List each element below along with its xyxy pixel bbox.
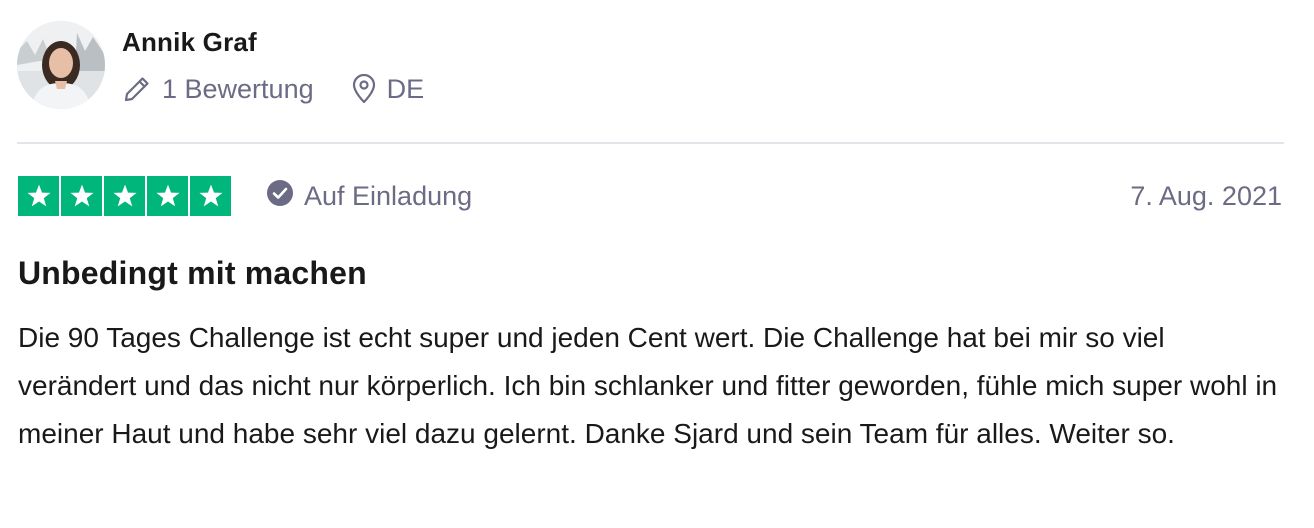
review-title[interactable]: Unbedingt mit machen bbox=[18, 253, 367, 293]
review-date: 7. Aug. 2021 bbox=[1130, 180, 1282, 211]
rating-row: Auf Einladung 7. Aug. 2021 bbox=[18, 176, 1282, 216]
star-icon bbox=[61, 176, 102, 216]
avatar-photo bbox=[17, 21, 105, 109]
verification-label: Auf Einladung bbox=[304, 180, 473, 211]
star-icon bbox=[18, 176, 59, 216]
consumer-name[interactable]: Annik Graf bbox=[122, 27, 424, 57]
check-circle-icon bbox=[266, 179, 294, 214]
review-card: Annik Graf 1 Bewertung DE Auf Einladung … bbox=[0, 0, 1314, 528]
country: DE bbox=[351, 73, 425, 105]
reviews-count-label: 1 Bewertung bbox=[162, 74, 314, 104]
reviews-count: 1 Bewertung bbox=[122, 73, 314, 105]
location-pin-icon bbox=[351, 74, 377, 104]
avatar[interactable] bbox=[17, 21, 105, 109]
consumer-meta: 1 Bewertung DE bbox=[122, 73, 424, 105]
verification-badge[interactable]: Auf Einladung bbox=[266, 179, 472, 214]
review-body: Die 90 Tages Challenge ist echt super un… bbox=[18, 322, 1278, 449]
consumer-header: Annik Graf 1 Bewertung DE bbox=[17, 21, 424, 109]
star-icon bbox=[147, 176, 188, 216]
star-icon bbox=[104, 176, 145, 216]
pencil-icon bbox=[122, 74, 152, 104]
star-rating bbox=[18, 176, 231, 216]
divider bbox=[17, 142, 1284, 144]
star-icon bbox=[190, 176, 231, 216]
country-label: DE bbox=[386, 74, 425, 104]
